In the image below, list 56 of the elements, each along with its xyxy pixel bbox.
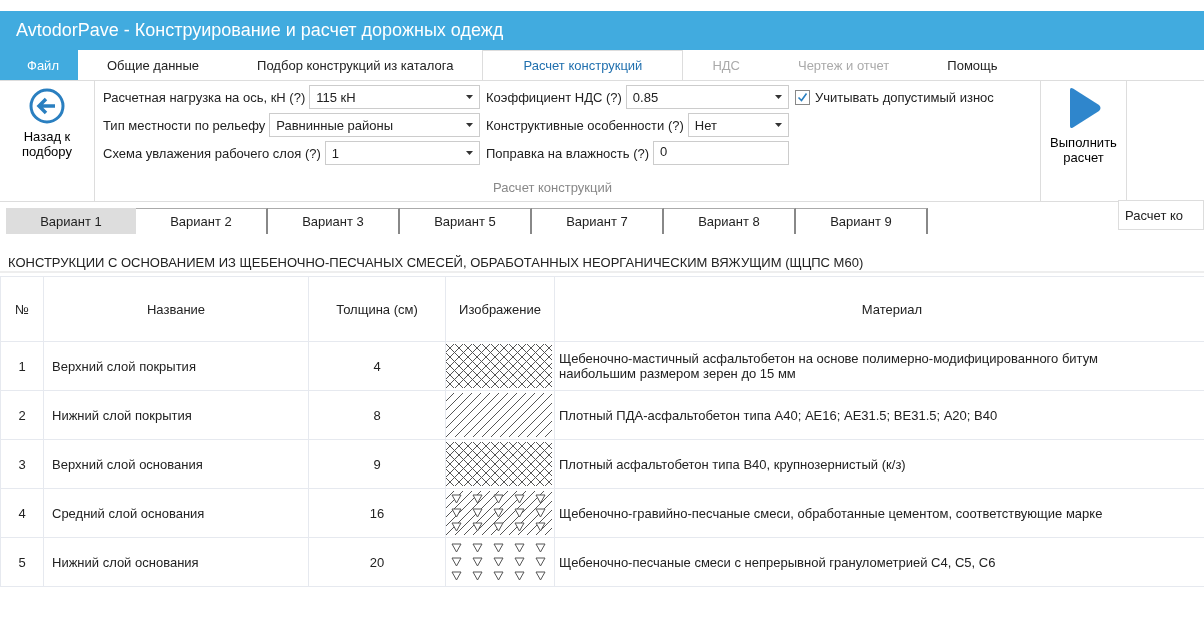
table-cell: Верхний слой покрытия [43,341,309,391]
table-cell: 20 [308,537,446,587]
table-cell: 9 [308,439,446,489]
dropdown[interactable]: Нет [687,113,789,137]
variant-tab[interactable]: Вариант 1 [6,208,136,234]
dropdown-caret-icon [466,123,473,127]
field-label: Конструктивные особенности (?) [486,117,684,133]
field-label: Поправка на влажность (?) [486,145,650,161]
side-panel-tab[interactable]: Расчет ко [1118,200,1204,230]
back-button[interactable]: Назад к подбору [0,81,95,201]
menu-tab[interactable]: Расчет конструкций [482,50,684,80]
column-header: Толщина (см) [308,276,446,342]
table-cell: Средний слой основания [43,488,309,538]
table-cell: 8 [308,390,446,440]
checkbox-label: Учитывать допустимый износ [815,89,994,105]
variant-tab[interactable]: Вариант 2 [136,208,268,234]
column-header: Название [43,276,309,342]
dropdown[interactable]: 1 [324,141,480,165]
table-cell: 2 [0,390,44,440]
variant-tab[interactable]: Вариант 5 [400,208,532,234]
variant-tab[interactable]: Вариант 7 [532,208,664,234]
column-header: № [0,276,44,342]
dropdown[interactable]: Равнинные районы [269,113,480,137]
table-cell: Верхний слой основания [43,439,309,489]
window-title: AvtodorPave - Конструирование и расчет дорожных одежд [16,20,504,41]
dropdown-caret-icon [466,95,473,99]
dropdown-caret-icon [775,95,782,99]
column-header: Изображение [445,276,555,342]
menu-tab[interactable]: Общие данные [77,50,229,80]
variant-tab[interactable]: Вариант 3 [268,208,400,234]
variant-tab[interactable]: Вариант 8 [664,208,796,234]
table-cell: 1 [0,341,44,391]
field-label: Схема увлажения рабочего слоя (?) [103,145,321,161]
column-header: Материал [554,276,1204,342]
table-cell: 4 [308,341,446,391]
field-label: Коэффициент НДС (?) [486,89,622,105]
dropdown-caret-icon [466,151,473,155]
checkbox[interactable] [795,89,810,105]
variant-tab[interactable]: Вариант 9 [796,208,928,234]
field-label: Тип местности по рельефу [103,117,266,133]
dropdown[interactable]: 115 кН [309,85,480,109]
menu-tab[interactable]: Подбор конструкций из каталога [228,50,483,80]
table-cell: 3 [0,439,44,489]
table-cell: 5 [0,537,44,587]
menu-tab[interactable]: Помощь [918,50,1027,80]
run-button[interactable]: Выполнить расчет [1041,81,1127,201]
dropdown[interactable]: 0.85 [625,85,789,109]
section-heading: КОНСТРУКЦИИ С ОСНОВАНИЕМ ИЗ ЩЕБЕНОЧНО-ПЕСЧАНЫХ СМЕСЕЙ, ОБРАБОТАННЫХ НЕОРГАНИЧЕСКИМ ВЯЖУЩИМ (ЩЦПС М60) [0,235,1204,273]
table-cell: 4 [0,488,44,538]
table-cell: 16 [308,488,446,538]
input-field[interactable]: 0 [653,141,789,165]
group-label: Расчет конструкций [492,180,613,197]
field-label: Расчетная нагрузка на ось, кН (?) [103,89,306,105]
table-cell: Нижний слой покрытия [43,390,309,440]
dropdown-caret-icon [775,123,782,127]
table-cell: Нижний слой основания [43,537,309,587]
